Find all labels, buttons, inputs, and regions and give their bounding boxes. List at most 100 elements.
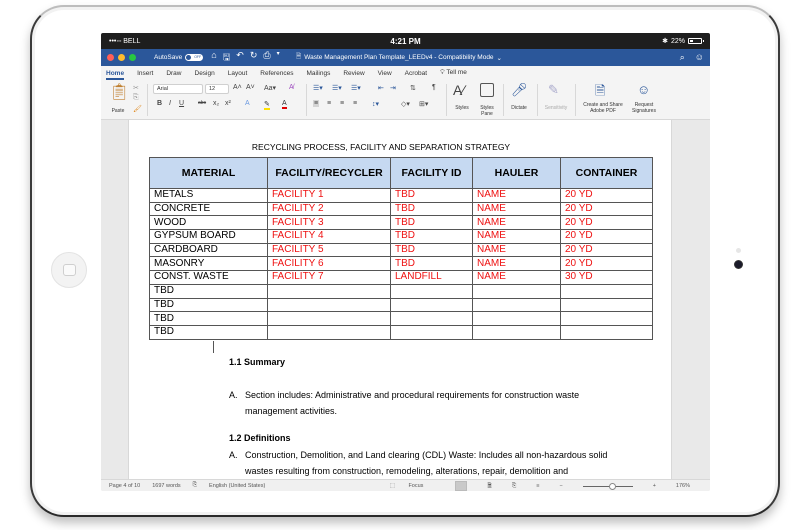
zoom-out-button[interactable]: − [559, 483, 562, 489]
cell-hauler[interactable] [472, 311, 561, 326]
cell-material[interactable]: TBD [149, 297, 268, 313]
align-right-button[interactable]: ≡ [340, 100, 344, 107]
cell-facility[interactable]: FACILITY 5 [267, 242, 391, 258]
cell-material[interactable]: TBD [149, 311, 268, 326]
numbering-icon[interactable]: ☰▾ [332, 84, 342, 92]
cell-facility-id[interactable] [390, 324, 473, 340]
tab-draw[interactable]: Draw [166, 70, 181, 77]
tab-design[interactable]: Design [195, 70, 215, 77]
cell-material[interactable]: GYPSUM BOARD [149, 229, 268, 244]
tab-review[interactable]: Review [343, 70, 364, 77]
styles-pane-icon[interactable] [480, 83, 494, 97]
tell-me-search[interactable]: 💡︎ Tell me [440, 69, 467, 77]
zoom-level[interactable]: 176% [676, 483, 690, 489]
autosave-toggle[interactable]: OFF [185, 54, 204, 61]
styles-icon[interactable]: A∕ [453, 82, 465, 98]
cell-facility[interactable]: FACILITY 4 [267, 229, 391, 244]
page-count[interactable]: Page 4 of 10 [109, 483, 140, 489]
cell-material[interactable]: METALS [149, 188, 268, 203]
cell-facility-id[interactable]: TBD [390, 188, 473, 203]
redo-icon[interactable]: ↻ [250, 50, 258, 66]
account-icon[interactable]: ☺ [695, 52, 704, 63]
cell-hauler[interactable] [472, 297, 561, 313]
cell-facility[interactable]: FACILITY 6 [267, 256, 391, 272]
sort-icon[interactable]: ⇅ [410, 84, 416, 92]
word-count[interactable]: 1697 words [152, 483, 180, 489]
cell-facility-id[interactable]: TBD [390, 201, 473, 217]
cell-facility-id[interactable]: TBD [390, 256, 473, 272]
cell-hauler[interactable] [472, 324, 561, 340]
request-signatures-icon[interactable]: ☺ [637, 82, 650, 97]
cell-container[interactable]: 30 YD [560, 270, 653, 285]
cell-hauler[interactable]: NAME [472, 215, 561, 231]
bold-button[interactable]: B [157, 100, 162, 107]
align-left-button[interactable]: ≡ [313, 100, 320, 107]
cell-facility-id[interactable]: LANDFILL [390, 270, 473, 285]
cell-facility[interactable]: FACILITY 1 [267, 188, 391, 203]
cell-container[interactable] [560, 283, 653, 299]
format-painter-icon[interactable]: 🖌︎ [133, 105, 142, 113]
strikethrough-button[interactable]: abc [198, 100, 206, 106]
microphone-icon[interactable]: 🎤︎ [511, 82, 528, 98]
cell-material[interactable]: TBD [149, 283, 268, 299]
text-effects-icon[interactable]: A [245, 100, 250, 107]
paste-icon[interactable]: 📋︎ [109, 82, 129, 102]
decrease-font-icon[interactable]: A˅ [246, 84, 255, 91]
clear-formatting-icon[interactable]: A̸ [289, 84, 294, 91]
zoom-in-button[interactable]: + [653, 483, 656, 489]
language[interactable]: English (United States) [209, 483, 265, 489]
cell-facility[interactable] [267, 324, 391, 340]
web-layout-view-icon[interactable]: 🗎 [487, 482, 491, 491]
cell-hauler[interactable]: NAME [472, 270, 561, 285]
show-formatting-icon[interactable]: ¶ [432, 84, 436, 91]
justify-button[interactable]: ≡ [353, 100, 357, 107]
cell-facility[interactable]: FACILITY 2 [267, 201, 391, 217]
change-case-icon[interactable]: Aa▾ [264, 84, 276, 92]
align-center-button[interactable]: ≡ [327, 100, 331, 107]
customize-toolbar-icon[interactable]: ▾ [277, 50, 280, 66]
print-layout-view-button[interactable] [455, 481, 468, 491]
cell-facility-id[interactable]: TBD [390, 229, 473, 244]
create-pdf-icon[interactable]: 🗎 [595, 82, 605, 104]
cell-hauler[interactable]: NAME [472, 201, 561, 217]
cut-icon[interactable]: ✂ [133, 84, 139, 92]
increase-indent-icon[interactable]: ⇥ [390, 84, 396, 92]
tab-home[interactable]: Home [106, 70, 125, 80]
undo-icon[interactable]: ↶ [236, 50, 244, 66]
cell-material[interactable]: CONST. WASTE [149, 270, 268, 285]
cell-facility-id[interactable]: TBD [390, 215, 473, 231]
increase-font-icon[interactable]: A˄ [233, 84, 242, 91]
cell-container[interactable] [560, 324, 653, 340]
tab-references[interactable]: References [260, 70, 293, 77]
save-icon[interactable]: 🖫 [223, 50, 231, 66]
superscript-button[interactable]: x² [225, 100, 231, 107]
shading-icon[interactable]: ◇▾ [401, 100, 410, 108]
minimize-window-button[interactable] [118, 54, 125, 61]
search-icon[interactable]: ⌕ [680, 52, 685, 63]
cell-container[interactable]: 20 YD [560, 201, 653, 217]
proofing-icon[interactable]: ⎘ [193, 482, 197, 489]
cell-material[interactable]: TBD [149, 324, 268, 340]
cell-container[interactable]: 20 YD [560, 188, 653, 203]
document-page[interactable]: RECYCLING PROCESS, FACILITY AND SEPARATI… [128, 120, 672, 479]
focus-button[interactable]: ⬚ Focus [390, 483, 436, 489]
outline-view-icon[interactable]: ≡ [536, 483, 539, 489]
highlight-icon[interactable]: ✎ [264, 100, 270, 110]
maximize-window-button[interactable] [129, 54, 136, 61]
cell-facility[interactable] [267, 283, 391, 299]
home-icon[interactable]: ⌂ [211, 50, 216, 66]
cell-facility[interactable]: FACILITY 7 [267, 270, 391, 285]
cell-facility-id[interactable] [390, 297, 473, 313]
tab-mailings[interactable]: Mailings [307, 70, 331, 77]
close-window-button[interactable] [107, 54, 114, 61]
print-icon[interactable]: ⎙ [263, 50, 270, 66]
tab-insert[interactable]: Insert [137, 70, 153, 77]
cell-facility-id[interactable] [390, 311, 473, 326]
italic-button[interactable]: I [169, 100, 171, 107]
cell-hauler[interactable]: NAME [472, 188, 561, 203]
subscript-button[interactable]: x₂ [213, 100, 219, 107]
read-mode-icon[interactable]: ⎘ [512, 483, 516, 490]
sensitivity-icon[interactable]: ✎ [548, 82, 559, 98]
cell-facility[interactable] [267, 297, 391, 313]
borders-icon[interactable]: ⊞▾ [419, 100, 428, 108]
